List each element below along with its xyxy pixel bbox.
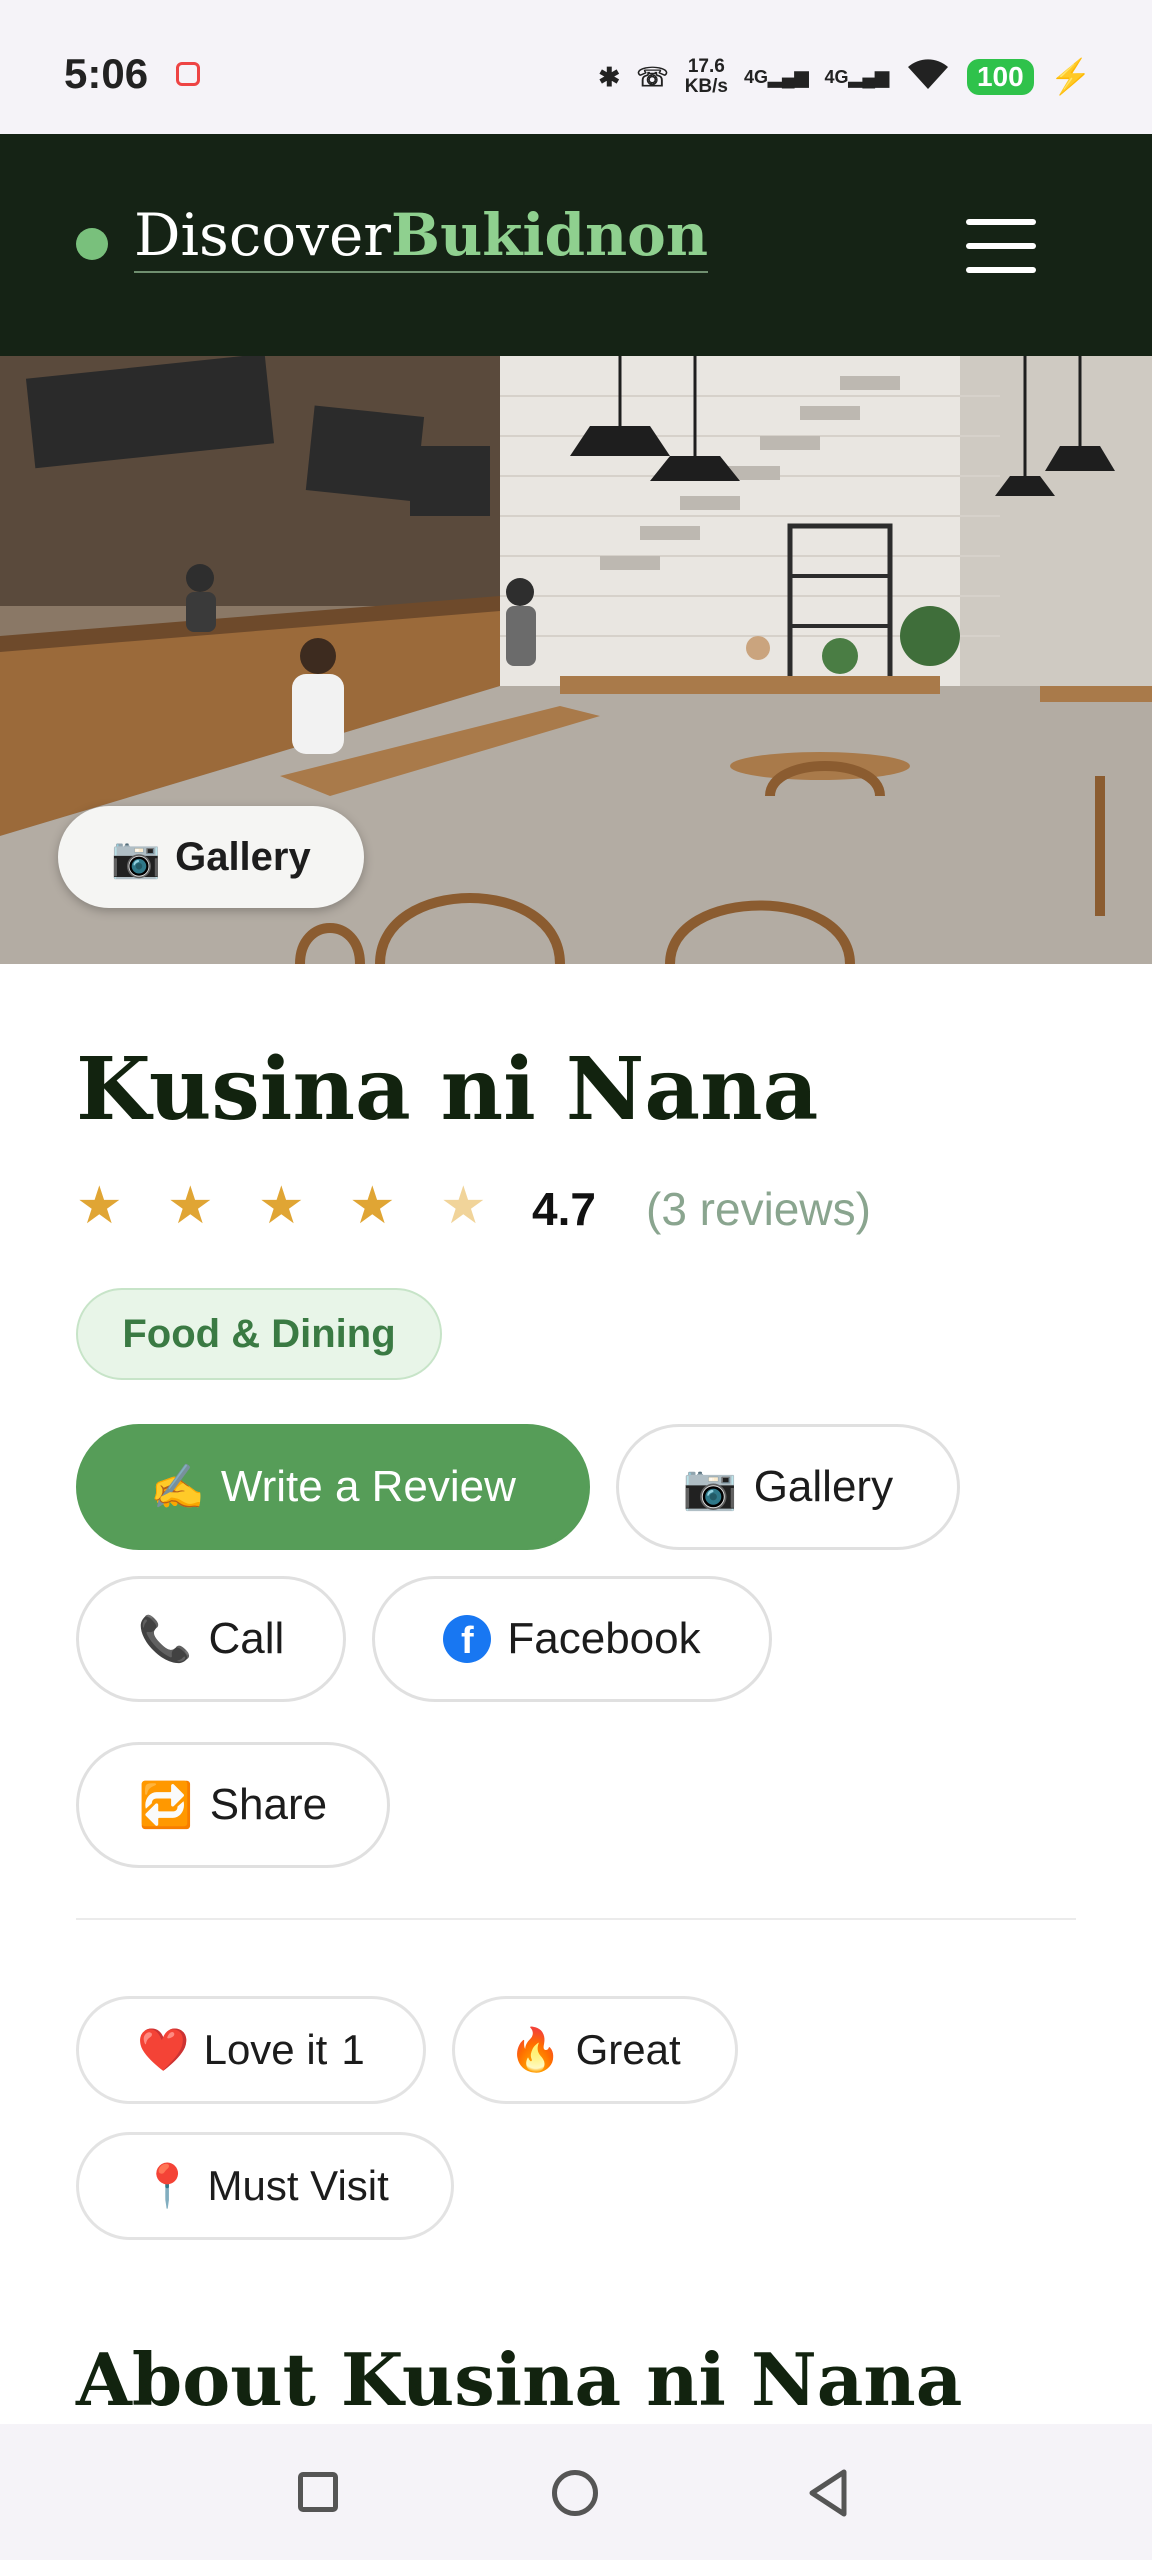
star-icon: ★ <box>167 1177 214 1235</box>
signal-icon-1: 4G▂▄▆ <box>744 66 809 87</box>
place-title: Kusina ni Nana <box>76 1039 819 1140</box>
logo-text-part2: Bukidnon <box>391 201 709 269</box>
phone-icon: 📞 <box>137 1615 193 1664</box>
facebook-button[interactable]: f Facebook <box>372 1576 772 1702</box>
share-label: Share <box>209 1780 328 1829</box>
section-divider <box>76 1918 1076 1920</box>
share-button[interactable]: 🔁 Share <box>76 1742 390 1868</box>
wifi-icon <box>905 57 951 98</box>
signal-label-1: 4G <box>744 66 769 87</box>
star-rating: ★ ★ ★ ★ ★ <box>76 1176 531 1236</box>
notification-icon <box>176 62 200 86</box>
hamburger-menu-icon[interactable] <box>966 215 1042 275</box>
battery-indicator: 100 <box>966 59 1034 95</box>
star-icon: ★ <box>76 1177 123 1235</box>
menu-line <box>966 243 1036 249</box>
call-button[interactable]: 📞 Call <box>76 1576 346 1702</box>
signal-icon-2: 4G▂▄▆ <box>824 66 889 87</box>
review-count-link[interactable]: (3 reviews) <box>646 1182 871 1236</box>
star-icon-partial: ★ <box>440 1177 487 1235</box>
reaction-must-visit-button[interactable]: 📍 Must Visit <box>76 2132 454 2240</box>
camera-icon: 📷 <box>111 835 162 880</box>
write-review-label: Write a Review <box>220 1462 516 1511</box>
status-icons: ✱ ☏ 17.6 KB/s 4G▂▄▆ 4G▂▄▆ 100 ⚡ <box>598 52 1092 102</box>
hero-gallery-button[interactable]: 📷 Gallery <box>58 806 364 908</box>
gallery-button[interactable]: 📷 Gallery <box>616 1424 960 1550</box>
wifi-call-icon: ☏ <box>636 61 669 92</box>
logo-dot-icon <box>76 228 108 260</box>
network-speed: 17.6 KB/s <box>685 57 728 97</box>
back-icon[interactable] <box>806 2468 850 2523</box>
facebook-icon: f <box>443 1615 492 1663</box>
reaction-love-label: Love it <box>203 2026 328 2073</box>
writing-hand-icon: ✍ <box>150 1463 205 1512</box>
network-speed-value: 17.6 <box>687 56 725 77</box>
heart-icon: ❤️ <box>137 2025 190 2073</box>
call-label: Call <box>208 1614 285 1663</box>
gallery-label: Gallery <box>753 1462 894 1511</box>
status-time: 5:06 <box>64 50 149 97</box>
recent-apps-icon[interactable] <box>298 2472 338 2512</box>
star-icon: ★ <box>258 1177 305 1235</box>
facebook-label: Facebook <box>507 1614 701 1663</box>
write-review-button[interactable]: ✍ Write a Review <box>76 1424 590 1550</box>
menu-line <box>966 219 1036 225</box>
charging-icon: ⚡ <box>1049 58 1092 96</box>
hero-gallery-label: Gallery <box>175 834 311 879</box>
site-logo[interactable]: DiscoverBukidnon <box>134 201 709 273</box>
fire-icon: 🔥 <box>509 2025 562 2073</box>
rating-value: 4.7 <box>532 1183 596 1235</box>
reaction-love-count: 1 <box>341 2026 365 2073</box>
signal-label-2: 4G <box>824 66 849 87</box>
bluetooth-icon: ✱ <box>598 61 621 92</box>
reaction-great-button[interactable]: 🔥 Great <box>452 1996 738 2104</box>
reaction-must-visit-label: Must Visit <box>207 2162 389 2209</box>
home-icon[interactable] <box>552 2470 598 2516</box>
menu-line <box>966 267 1036 273</box>
network-speed-unit: KB/s <box>684 76 728 97</box>
category-badge[interactable]: Food & Dining <box>76 1288 442 1380</box>
pin-icon: 📍 <box>141 2161 194 2209</box>
about-heading: About Kusina ni Nana <box>76 2337 963 2422</box>
star-icon: ★ <box>349 1177 396 1235</box>
share-repeat-icon: 🔁 <box>138 1781 194 1830</box>
reaction-great-label: Great <box>575 2026 681 2073</box>
camera-icon: 📷 <box>682 1463 738 1512</box>
logo-text-part1: Discover <box>134 201 392 269</box>
reaction-love-button[interactable]: ❤️ Love it 1 <box>76 1996 426 2104</box>
